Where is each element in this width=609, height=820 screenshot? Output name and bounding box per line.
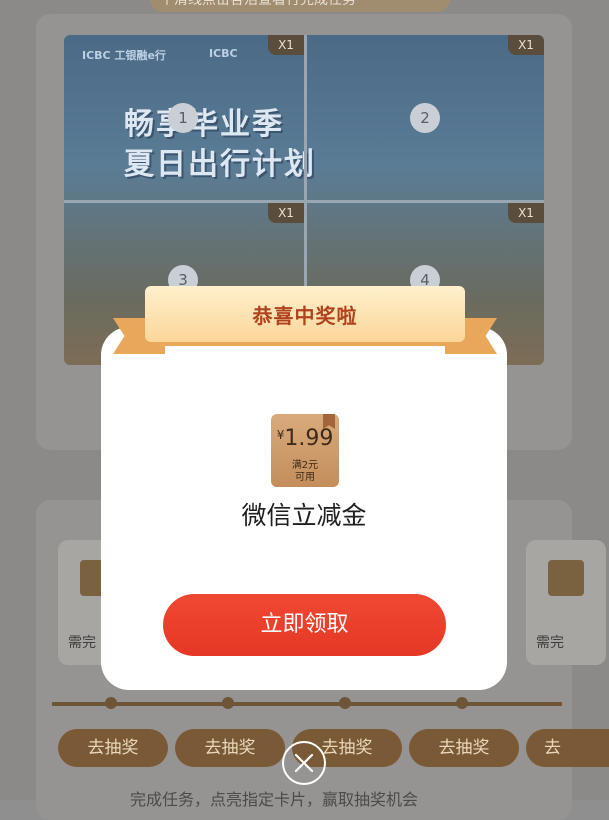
draw-button[interactable]: 去抽奖 [175, 729, 285, 767]
coupon-condition: 满2元 可用 [271, 460, 339, 484]
piece-count-badge: X1 [508, 203, 544, 223]
claim-now-button[interactable]: 立即领取 [163, 594, 446, 656]
draw-button[interactable]: 去 [526, 729, 609, 767]
piece-count-badge: X1 [268, 35, 304, 55]
puzzle-divider-horizontal [64, 200, 544, 203]
modal-title: 恭喜中奖啦 [252, 303, 358, 328]
coupon-value: 1.99 [284, 426, 334, 451]
piece-count-badge: X1 [268, 203, 304, 223]
ribbon-main: 恭喜中奖啦 [145, 286, 465, 342]
bank-logo-text: ICBC 工银融e行 [82, 49, 166, 62]
coupon-condition-line2: 可用 [295, 472, 315, 483]
progress-timeline [52, 702, 562, 706]
piece-number: 2 [410, 103, 440, 133]
task-card-label: 需完 [68, 635, 96, 651]
hint-text: 个清线点击各活查看行完成任务 [160, 0, 356, 8]
timeline-dot [339, 697, 351, 709]
ribbon-banner: 恭喜中奖啦 [113, 286, 497, 366]
hint-banner: 个清线点击各活查看行完成任务 [150, 0, 450, 12]
timeline-dot [105, 697, 117, 709]
task-card-label: 需完 [536, 635, 564, 651]
close-modal-button[interactable] [282, 741, 326, 785]
coupon-condition-line1: 满2元 [291, 460, 319, 471]
coupon-icon: ¥1.99 满2元 可用 [271, 414, 339, 487]
prize-name: 微信立减金 [241, 501, 367, 530]
timeline-dot [222, 697, 234, 709]
close-icon [294, 753, 314, 773]
gift-icon [548, 560, 584, 596]
timeline-dot [456, 697, 468, 709]
bank-logo-text-2: ICBC [209, 47, 238, 60]
draw-button[interactable]: 去抽奖 [409, 729, 519, 767]
piece-number: 1 [168, 103, 198, 133]
footer-tip: 完成任务，点亮指定卡片，赢取抽奖机会 [130, 790, 419, 809]
draw-button[interactable]: 去抽奖 [58, 729, 168, 767]
poster-title: 畅享毕业季 夏日出行计划 [124, 105, 316, 185]
piece-count-badge: X1 [508, 35, 544, 55]
poster-title-line2: 夏日出行计划 [124, 147, 316, 182]
poster-title-line1: 畅享毕业季 [124, 107, 284, 142]
coupon-amount: ¥1.99 [271, 426, 339, 451]
task-card[interactable]: 需完 [526, 540, 606, 665]
